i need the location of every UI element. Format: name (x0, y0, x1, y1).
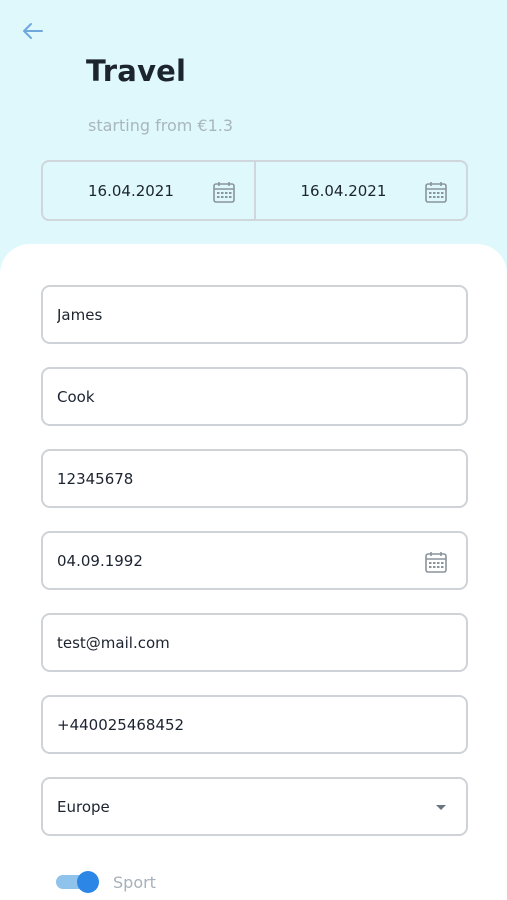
email-field[interactable] (41, 613, 468, 672)
header: Travel starting from €1.3 16.04.2021 16.… (0, 0, 507, 270)
birth-date-field[interactable] (41, 531, 468, 590)
date-to-field[interactable]: 16.04.2021 (253, 162, 467, 219)
region-select[interactable]: Europe (41, 777, 468, 836)
first-name-field[interactable] (41, 285, 468, 344)
back-button[interactable] (18, 18, 48, 44)
last-name-field[interactable] (41, 367, 468, 426)
first-name-input[interactable] (57, 305, 466, 324)
calendar-icon (212, 182, 235, 203)
calendar-icon (425, 182, 447, 203)
date-from-value: 16.04.2021 (88, 181, 174, 200)
phone-input[interactable] (57, 715, 466, 734)
calendar-icon[interactable] (424, 550, 448, 574)
date-range-picker: 16.04.2021 16.04.2021 (41, 160, 468, 221)
phone-field[interactable] (41, 695, 468, 754)
birth-date-input[interactable] (57, 551, 466, 570)
sport-toggle-row: Sport (56, 868, 156, 896)
date-to-value: 16.04.2021 (300, 181, 387, 200)
date-from-field[interactable]: 16.04.2021 (43, 162, 254, 219)
sport-toggle[interactable] (56, 871, 99, 893)
sport-toggle-label: Sport (113, 872, 156, 892)
chevron-down-icon (436, 805, 446, 810)
id-number-input[interactable] (57, 469, 466, 488)
region-value: Europe (57, 797, 110, 816)
price-subtitle: starting from €1.3 (88, 116, 234, 135)
id-number-field[interactable] (41, 449, 468, 508)
email-input[interactable] (57, 633, 466, 652)
arrow-left-icon (23, 23, 43, 39)
toggle-knob (77, 871, 99, 893)
last-name-input[interactable] (57, 387, 466, 406)
page-title: Travel (86, 54, 187, 88)
